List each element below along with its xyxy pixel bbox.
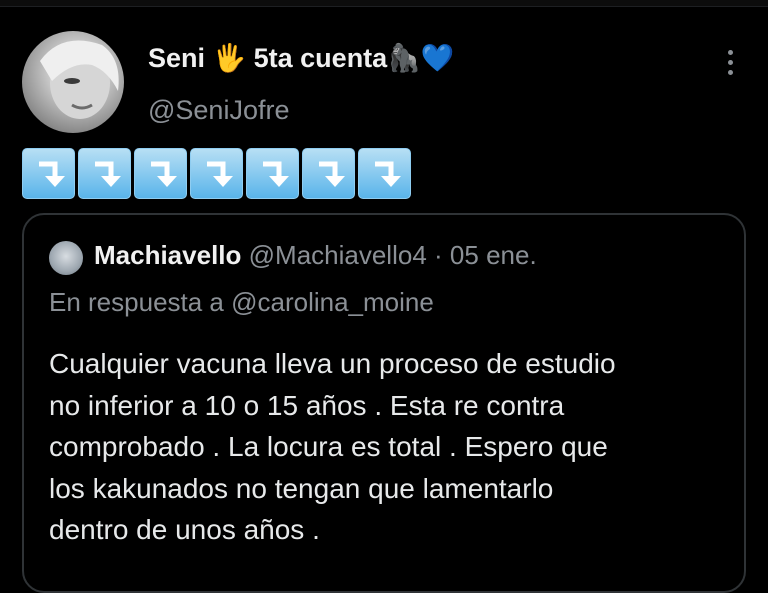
author-avatar[interactable] [22, 31, 124, 133]
arrow-down-emoji [190, 148, 243, 199]
more-vertical-icon [728, 50, 733, 55]
quoted-tweet-header: Machiavello @Machiavello4 · 05 ene. [94, 237, 537, 273]
more-options-button[interactable] [716, 44, 744, 80]
quoted-text-line: Cualquier vacuna lleva un proceso de est… [49, 348, 616, 379]
arrow-down-emoji [246, 148, 299, 199]
quoted-tweet-text: Cualquier vacuna lleva un proceso de est… [49, 343, 729, 551]
more-vertical-icon [728, 70, 733, 75]
quoted-text-line: los kakunados no tengan que lamentarlo [49, 472, 554, 504]
arrow-down-emoji [22, 148, 75, 199]
curved-arrow-down-icon [150, 161, 177, 187]
curved-arrow-down-icon [38, 161, 65, 187]
quoted-author-handle[interactable]: @Machiavello4 [249, 240, 427, 270]
quoted-author-avatar[interactable] [49, 241, 83, 275]
avatar-photo [40, 40, 119, 119]
quoted-tweet-date[interactable]: 05 ene. [450, 240, 537, 270]
arrow-down-emoji [302, 148, 355, 199]
emoji-row [22, 148, 411, 199]
quoted-author-name[interactable]: Machiavello [94, 240, 241, 270]
quoted-text-line: no inferior a 10 o 15 años . Esta re con… [49, 389, 565, 421]
top-divider [0, 0, 768, 7]
quoted-text-line: comprobado . La locura es total . Espero… [49, 431, 608, 462]
meta-separator: · [434, 240, 443, 270]
arrow-down-emoji [78, 148, 131, 199]
author-name[interactable]: Seni 🖐 5ta cuenta🦍💙 [148, 40, 454, 76]
more-vertical-icon [728, 60, 733, 65]
arrow-down-emoji [134, 148, 187, 199]
curved-arrow-down-icon [318, 161, 345, 187]
quoted-tweet-card[interactable]: Machiavello @Machiavello4 · 05 ene. En r… [22, 213, 746, 593]
curved-arrow-down-icon [374, 161, 401, 187]
reply-context[interactable]: En respuesta a @carolina_moine [49, 284, 434, 320]
arrow-down-emoji [358, 148, 411, 199]
curved-arrow-down-icon [94, 161, 121, 187]
author-handle[interactable]: @SeniJofre [148, 92, 289, 128]
curved-arrow-down-icon [262, 161, 289, 187]
quoted-text-line: dentro de unos años . [49, 514, 320, 545]
curved-arrow-down-icon [206, 161, 233, 187]
